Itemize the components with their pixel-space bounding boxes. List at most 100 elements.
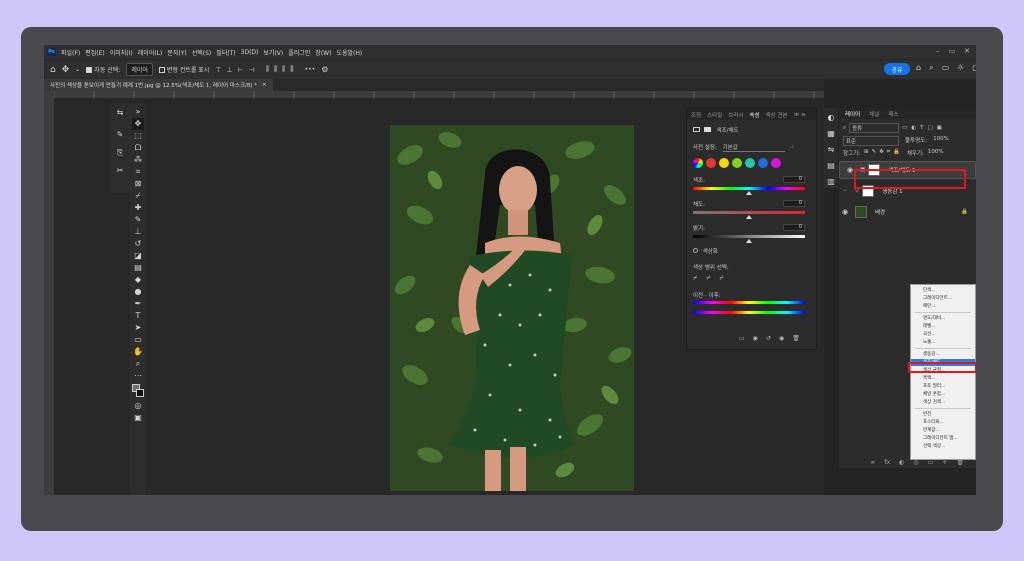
- clone-stamp-tool[interactable]: ⊥: [132, 226, 144, 238]
- saturation-value[interactable]: 0: [783, 200, 805, 207]
- close-icon[interactable]: ✕: [964, 47, 970, 55]
- cyan-swatch[interactable]: [745, 158, 755, 168]
- eyedropper-tool[interactable]: ⌿: [132, 190, 144, 202]
- panel-icon[interactable]: ▢: [972, 63, 976, 73]
- move-tool-icon[interactable]: ✥: [62, 65, 70, 75]
- tab-close-icon[interactable]: ×: [262, 82, 267, 88]
- zoom-tool[interactable]: ⌕: [132, 358, 144, 370]
- brush-tool[interactable]: ✎: [132, 214, 144, 226]
- menu-edit[interactable]: 편집(E): [85, 48, 105, 57]
- auto-select-dropdown[interactable]: 레이어: [126, 63, 153, 76]
- blend-mode-dropdown[interactable]: 표준: [843, 136, 899, 146]
- background-color[interactable]: [136, 389, 144, 397]
- lightness-slider[interactable]: [693, 235, 805, 238]
- move-tool[interactable]: ✥: [132, 118, 144, 130]
- path-select-tool[interactable]: ➤: [132, 322, 144, 334]
- collapse-icon[interactable]: ⇆: [114, 107, 126, 119]
- document-tab[interactable]: 사진의 색상을 돋보이게 만들기 예제 1번.jpg @ 12.5%(색조/채도…: [44, 79, 273, 91]
- transform-controls-checkbox[interactable]: [158, 66, 165, 73]
- mask-icon[interactable]: [703, 127, 711, 132]
- delete-icon[interactable]: 🗑: [792, 335, 800, 342]
- lock-icons[interactable]: ⊞✎✥⌗🔒: [864, 149, 903, 157]
- red-swatch[interactable]: [706, 158, 716, 168]
- preset-dropdown[interactable]: 기본값: [722, 143, 785, 152]
- reset-icon[interactable]: ↺: [766, 335, 771, 342]
- eyedropper-icon[interactable]: ⌿: [693, 274, 697, 283]
- colorize-checkbox[interactable]: [693, 248, 698, 253]
- quick-mask-icon[interactable]: ◎: [132, 400, 144, 412]
- history-brush-tool[interactable]: ↺: [132, 238, 144, 250]
- restore-icon[interactable]: ▭: [949, 47, 956, 55]
- context-menu-item[interactable]: 단색...: [911, 287, 975, 294]
- context-menu-item[interactable]: 명도/대비...: [911, 315, 975, 322]
- distribute-icons[interactable]: ⫼⫼⫼⫼: [266, 65, 299, 74]
- filter-icons[interactable]: ▭◐T▢▣: [902, 125, 946, 131]
- target-adjust-icon[interactable]: ☝: [790, 145, 793, 151]
- hue-slider[interactable]: [693, 187, 805, 190]
- gradient-tool[interactable]: ▤: [132, 262, 144, 274]
- auto-select-option[interactable]: 자동 선택:: [86, 65, 120, 74]
- menu-3d[interactable]: 3D(D): [241, 49, 259, 56]
- hue-slider-thumb[interactable]: [746, 191, 752, 195]
- blue-swatch[interactable]: [758, 158, 768, 168]
- settings-gear-icon[interactable]: ⚙: [321, 65, 328, 74]
- context-menu-item[interactable]: 포토 필터...: [911, 383, 975, 390]
- menu-layer[interactable]: 레이어(L): [138, 48, 163, 57]
- lightness-value[interactable]: 0: [783, 224, 805, 231]
- transform-controls-option[interactable]: 변형 컨트롤 표시: [158, 65, 209, 74]
- menu-view[interactable]: 보기(V): [263, 48, 283, 57]
- menu-image[interactable]: 이미지(I): [110, 48, 133, 57]
- channels-panel-icon[interactable]: ▥: [825, 176, 837, 188]
- layer-row-background[interactable]: ◉ 배경 🔒: [839, 203, 976, 221]
- add-mask-icon[interactable]: ◐: [899, 459, 904, 466]
- tab-paths[interactable]: 패스: [888, 110, 898, 118]
- quick-select-tool[interactable]: ⁂: [132, 154, 144, 166]
- brightness-icon[interactable]: ☼: [957, 63, 964, 73]
- chevron-down-icon[interactable]: ⌄: [75, 66, 80, 73]
- master-color-icon[interactable]: [693, 158, 703, 168]
- tab-styles[interactable]: 스타일: [707, 111, 722, 119]
- link-layers-icon[interactable]: ∞: [871, 459, 876, 466]
- saturation-slider[interactable]: [693, 211, 805, 214]
- context-menu-item[interactable]: 흑백...: [911, 375, 975, 382]
- align-icons[interactable]: ⊤⊥⊢⊣: [215, 66, 259, 74]
- eraser-tool[interactable]: ◪: [132, 250, 144, 262]
- adjustments-panel-icon[interactable]: ⇋: [825, 144, 837, 156]
- dodge-tool[interactable]: ●: [132, 286, 144, 298]
- context-menu-item[interactable]: 포스터화...: [911, 419, 975, 426]
- menu-window[interactable]: 창(W): [315, 48, 331, 57]
- color-swatches[interactable]: [132, 382, 144, 400]
- hue-value[interactable]: 0: [783, 176, 805, 183]
- libraries-panel-icon[interactable]: ▦: [825, 128, 837, 140]
- visibility-eye-icon[interactable]: ◉: [839, 208, 851, 216]
- clone-source-icon[interactable]: ⎘: [114, 147, 126, 159]
- background-thumbnail[interactable]: [855, 206, 867, 218]
- expand-toolbar-icon[interactable]: »: [132, 106, 144, 118]
- eyedropper-minus-icon[interactable]: ⌿: [719, 274, 723, 283]
- share-button[interactable]: 공유: [884, 63, 910, 75]
- rectangle-tool[interactable]: ▭: [132, 334, 144, 346]
- context-menu-item[interactable]: 채널 혼합...: [911, 391, 975, 398]
- context-menu-item[interactable]: 곡선...: [911, 331, 975, 338]
- home-screen-icon[interactable]: ⌂: [916, 63, 921, 73]
- type-tool[interactable]: T: [132, 310, 144, 322]
- tab-adjustments[interactable]: 조정: [691, 111, 701, 119]
- opacity-value[interactable]: 100%: [933, 136, 949, 146]
- context-menu-item[interactable]: 색상 검색...: [911, 399, 975, 406]
- more-tools-icon[interactable]: ⋯: [132, 370, 144, 382]
- saturation-slider-thumb[interactable]: [746, 215, 752, 219]
- context-menu-item[interactable]: 생동감...: [911, 351, 975, 358]
- panel-menu-icon[interactable]: ≫ ≡: [794, 112, 806, 118]
- clip-to-layer-icon[interactable]: ▭: [739, 335, 745, 342]
- search-icon[interactable]: ⌕: [929, 63, 933, 73]
- menu-filter[interactable]: 필터(T): [216, 48, 235, 57]
- menu-file[interactable]: 파일(F): [61, 48, 80, 57]
- frame-tool[interactable]: ⊠: [132, 178, 144, 190]
- menu-select[interactable]: 선택(S): [192, 48, 212, 57]
- hand-tool[interactable]: ✋: [132, 346, 144, 358]
- lasso-tool[interactable]: ᗝ: [132, 142, 144, 154]
- tab-channels[interactable]: 채널: [869, 110, 879, 118]
- menu-type[interactable]: 문자(Y): [167, 48, 186, 57]
- context-menu-item[interactable]: 한계값...: [911, 427, 975, 434]
- paragraph-panel-icon[interactable]: ▤: [825, 160, 837, 172]
